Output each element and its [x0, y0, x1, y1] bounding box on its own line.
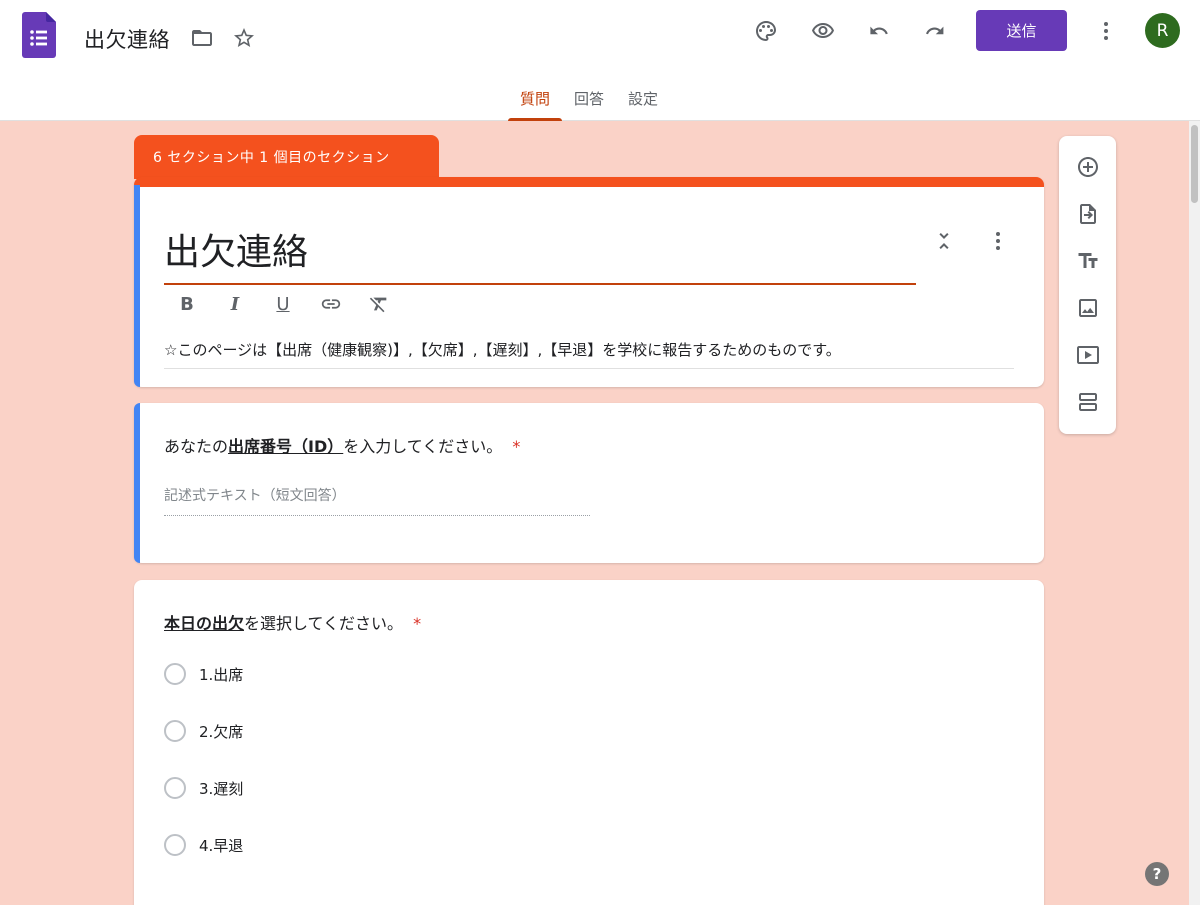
question-title: あなたの出席番号（ID）を入力してください。 * — [164, 433, 520, 457]
preview-eye-icon[interactable] — [803, 11, 843, 51]
short-answer-placeholder: 記述式テキスト（短文回答） — [164, 485, 590, 516]
avatar[interactable]: R — [1145, 13, 1180, 48]
question-card-id[interactable]: あなたの出席番号（ID）を入力してください。 * 記述式テキスト（短文回答） — [134, 403, 1044, 563]
form-description[interactable]: ☆このページは【出席（健康観察)】,【欠席】,【遅刻】,【早退】を学校に報告する… — [164, 339, 1014, 369]
folder-icon[interactable] — [182, 18, 222, 58]
question-title: 本日の出欠を選択してください。 * — [164, 610, 421, 634]
add-image-icon[interactable] — [1075, 295, 1101, 321]
underline-button[interactable]: U — [270, 291, 296, 317]
palette-icon[interactable] — [746, 11, 786, 51]
document-title[interactable]: 出欠連絡 — [84, 24, 170, 54]
italic-button[interactable]: I — [222, 291, 248, 317]
radio-circle[interactable] — [164, 777, 186, 799]
bold-button[interactable]: B — [174, 291, 200, 317]
question-emphasis: 本日の出欠 — [164, 614, 245, 633]
tab-settings[interactable]: 設定 — [616, 80, 670, 121]
section-indicator: 6 セクション中 1 個目のセクション — [134, 135, 439, 179]
question-emphasis: 出席番号（ID） — [228, 437, 344, 456]
question-prefix: あなたの — [164, 437, 229, 456]
add-section-icon[interactable] — [1075, 389, 1101, 415]
radio-circle[interactable] — [164, 834, 186, 856]
format-toolbar: B I U — [174, 291, 392, 317]
required-mark: * — [512, 437, 521, 456]
more-vert-icon[interactable] — [1086, 11, 1126, 51]
tab-bar: 質問 回答 設定 — [508, 80, 670, 121]
add-title-icon[interactable] — [1075, 248, 1101, 274]
star-icon[interactable] — [224, 18, 264, 58]
focus-bar — [134, 403, 140, 563]
link-icon[interactable] — [318, 291, 344, 317]
add-video-icon[interactable] — [1075, 342, 1101, 368]
top-header: 出欠連絡 送信 R 質問 回答 設定 — [0, 0, 1200, 121]
option-label: 3.遅刻 — [199, 779, 244, 798]
form-title-card[interactable]: 出欠連絡 B I U ☆このページは【出席（健康観察)】,【欠席】,【遅刻】,【… — [134, 177, 1044, 387]
required-mark: * — [413, 614, 422, 633]
help-icon[interactable]: ? — [1145, 862, 1169, 886]
undo-icon[interactable] — [859, 11, 899, 51]
option-label: 2.欠席 — [199, 722, 244, 741]
form-title-input[interactable]: 出欠連絡 — [164, 223, 916, 285]
radio-option[interactable]: 3.遅刻 — [164, 777, 243, 799]
radio-option[interactable]: 2.欠席 — [164, 720, 243, 742]
clear-format-icon[interactable] — [366, 291, 392, 317]
add-question-icon[interactable] — [1075, 154, 1101, 180]
option-label: 4.早退 — [199, 836, 244, 855]
radio-option[interactable]: 1.出席 — [164, 663, 243, 685]
radio-circle[interactable] — [164, 720, 186, 742]
redo-icon[interactable] — [915, 11, 955, 51]
tab-responses[interactable]: 回答 — [562, 80, 616, 121]
collapse-icon[interactable] — [932, 229, 956, 253]
forms-logo-icon[interactable] — [22, 12, 56, 58]
question-suffix: を入力してください。 — [343, 437, 503, 456]
option-label: 1.出席 — [199, 665, 244, 684]
scrollbar[interactable] — [1189, 121, 1200, 905]
send-button[interactable]: 送信 — [976, 10, 1067, 51]
floating-toolbar — [1059, 136, 1116, 434]
question-suffix: を選択してください。 — [244, 614, 404, 633]
import-questions-icon[interactable] — [1075, 201, 1101, 227]
more-vert-icon[interactable] — [986, 229, 1010, 253]
scrollbar-thumb[interactable] — [1191, 125, 1198, 203]
radio-circle[interactable] — [164, 663, 186, 685]
focus-bar — [134, 185, 140, 387]
radio-option[interactable]: 4.早退 — [164, 834, 243, 856]
tab-questions[interactable]: 質問 — [508, 80, 563, 121]
question-card-attendance[interactable]: 本日の出欠を選択してください。 * 1.出席 2.欠席 3.遅刻 4.早退 — [134, 580, 1044, 905]
